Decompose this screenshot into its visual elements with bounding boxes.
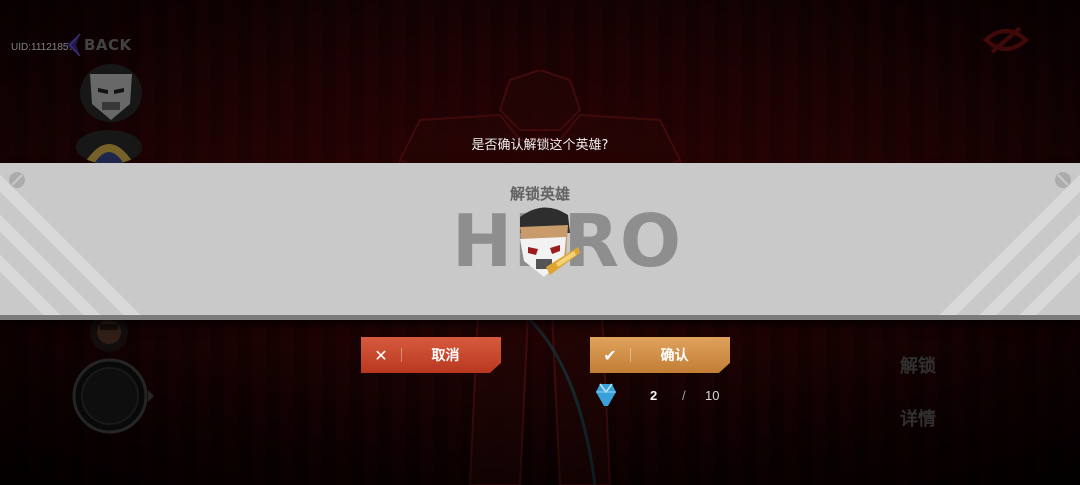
unlock-dialog-panel: 解锁英雄 HERO [0, 163, 1080, 315]
game-scene: UID:11121857 BACK 解锁 详情 是否确认解锁这个英雄? 解锁英雄… [0, 0, 1080, 485]
cost-required: 10 [705, 388, 720, 403]
hero-portrait-icon [520, 207, 580, 277]
cost-current: 2 [650, 388, 658, 403]
cancel-label: 取消 [431, 348, 460, 364]
confirm-question-text: 是否确认解锁这个英雄? [471, 138, 609, 153]
confirm-button[interactable]: ✔ 确认 [590, 337, 730, 373]
confirm-label: 确认 [660, 348, 689, 364]
cost-separator: / [682, 388, 686, 403]
close-icon: ✕ [374, 345, 388, 365]
checkmark-icon: ✔ [603, 345, 617, 365]
shard-icon [596, 383, 616, 406]
cancel-button[interactable]: ✕ 取消 [361, 337, 501, 373]
unlock-cost: 2 / 10 [594, 380, 734, 410]
